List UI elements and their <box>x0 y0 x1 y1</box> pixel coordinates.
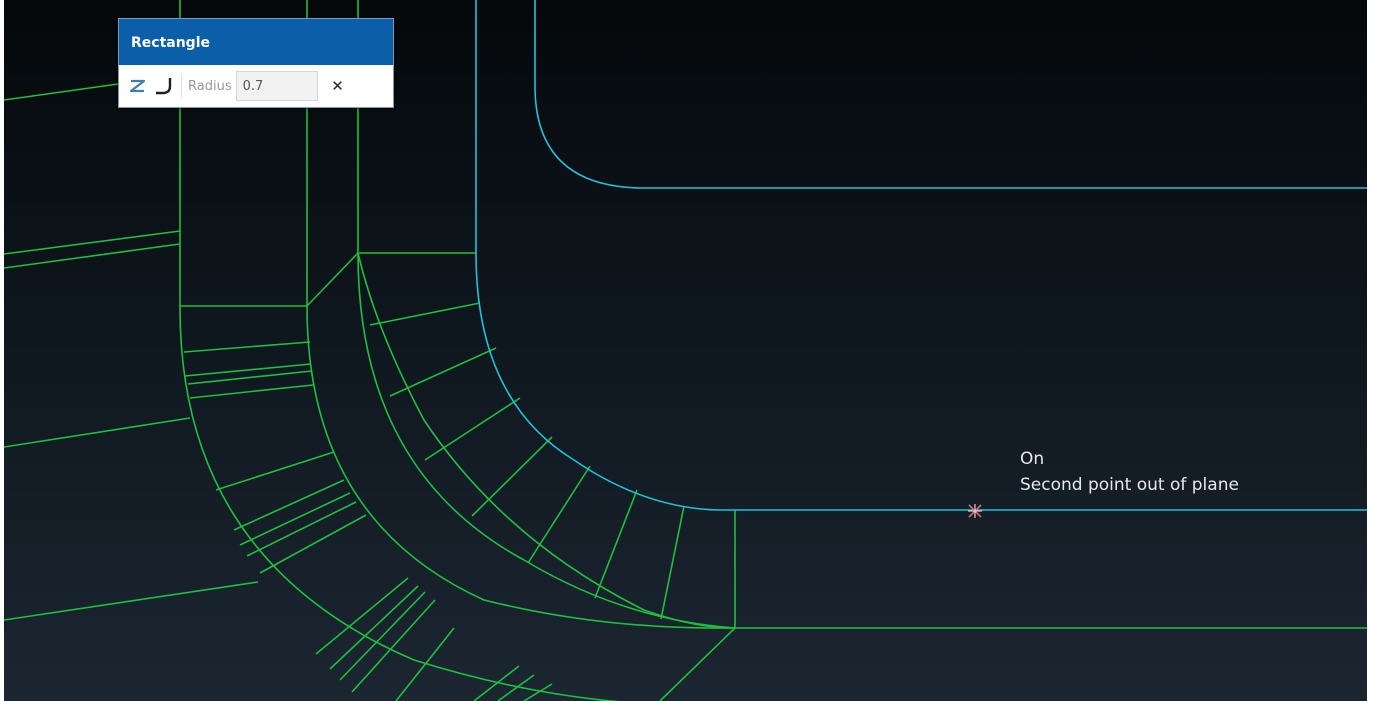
mesh-edge <box>424 397 521 461</box>
mesh-edge <box>306 252 359 307</box>
snap-status-line1: On <box>1020 449 1045 469</box>
mesh-edge <box>473 665 520 701</box>
mesh-edge <box>315 577 409 655</box>
mesh-edge <box>215 451 335 491</box>
toolbar-separator <box>181 74 182 98</box>
mesh-edge <box>395 627 455 701</box>
mesh-edge <box>471 436 553 517</box>
mesh-edge <box>189 384 314 399</box>
mesh-edge <box>4 230 181 255</box>
mesh-edge <box>594 489 638 599</box>
cyan-edge-upper <box>534 0 1367 189</box>
snap-status-line2: Second point out of plane <box>1020 475 1239 495</box>
radius-label: Radius <box>188 78 232 94</box>
mesh-edge <box>527 465 591 564</box>
z-line-icon[interactable] <box>125 73 151 99</box>
mesh-edge <box>183 341 311 353</box>
dialog-title[interactable]: Rectangle <box>119 19 393 65</box>
mesh-edge <box>4 417 191 448</box>
mesh-edge <box>184 363 312 377</box>
cyan-edge-lower <box>475 0 1367 511</box>
dialog-toolbar: Radius ✕ <box>119 65 393 107</box>
mesh-edge <box>187 370 313 385</box>
mesh-edge <box>4 83 119 101</box>
radius-input[interactable] <box>235 71 318 101</box>
fillet-arc-icon[interactable] <box>151 73 177 99</box>
rectangle-dialog[interactable]: Rectangle Radius ✕ <box>118 18 394 108</box>
mesh-edge <box>4 243 181 269</box>
snap-point-marker-icon <box>968 504 982 518</box>
mesh-edge <box>389 347 497 397</box>
snap-status-label: On Second point out of plane <box>1020 446 1239 498</box>
mesh-edge <box>660 505 685 620</box>
selected-edges <box>475 0 1367 511</box>
mesh-edge <box>339 591 426 681</box>
mesh-edge <box>659 627 736 701</box>
mesh-edge <box>4 581 259 621</box>
mesh-edge <box>369 302 481 326</box>
close-icon[interactable]: ✕ <box>328 76 348 96</box>
